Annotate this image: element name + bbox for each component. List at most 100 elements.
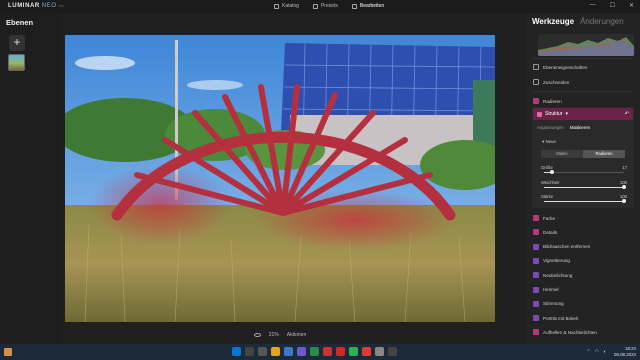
- slider-handle[interactable]: [550, 170, 554, 174]
- tool-label: Stimmung: [543, 301, 564, 307]
- crop-icon: [533, 79, 539, 85]
- dodge-burn-icon: [533, 329, 539, 336]
- layer-properties-icon: [533, 64, 539, 70]
- tool-item-details[interactable]: Details: [533, 227, 633, 237]
- color-icon: [533, 215, 539, 221]
- tool-item-relight[interactable]: Neubelichtung: [533, 270, 633, 280]
- tool-label: Himmel: [543, 287, 559, 292]
- windows-taskbar: ⌃ ◠ ◖ 18:24 06.08.2024: [0, 344, 640, 360]
- layer-thumbnail[interactable]: [8, 54, 25, 71]
- nav-catalog[interactable]: Katalog: [272, 2, 301, 10]
- layer-properties-item[interactable]: Ebeneneigenschaften: [533, 62, 633, 72]
- taskbar-app-icon[interactable]: [349, 347, 358, 356]
- slider-handle[interactable]: [622, 185, 626, 189]
- structure-icon: [537, 111, 542, 117]
- tool-item-vignette[interactable]: Vignettierung: [533, 256, 633, 266]
- luminar-app-window: LUMINAR NEO ⋯ Katalog Presets Bearbeiten …: [0, 0, 640, 344]
- add-layer-button[interactable]: +: [9, 35, 25, 51]
- erase-mode-button[interactable]: Radieren: [583, 150, 625, 158]
- tool-label: Neubelichtung: [543, 272, 573, 278]
- softness-slider[interactable]: Weichheit 100: [541, 180, 627, 190]
- tool-item-mood[interactable]: Stimmung: [533, 299, 633, 309]
- canvas-toolbar: 21% Aktionen: [65, 330, 495, 340]
- close-button[interactable]: ✕: [629, 2, 634, 9]
- photo-wheel: [65, 35, 495, 322]
- tab-tools[interactable]: Werkzeuge: [532, 17, 574, 26]
- taskbar-apps: [232, 347, 397, 356]
- taskbar-app-icon[interactable]: [388, 347, 397, 356]
- crop-item[interactable]: Zuschneiden: [533, 77, 633, 87]
- clock[interactable]: 18:24 06.08.2024: [614, 346, 636, 357]
- structure-subtabs: Anpassungen Maskieren: [537, 125, 590, 130]
- taskbar-app-icon[interactable]: [310, 347, 319, 356]
- taskbar-app-icon[interactable]: [297, 347, 306, 356]
- divider: [533, 58, 633, 59]
- tool-label: Porträt mit Bokeh: [543, 315, 579, 321]
- reset-icon[interactable]: ↶: [625, 111, 629, 117]
- taskbar-app-icon[interactable]: [232, 347, 241, 356]
- chevron-up-icon[interactable]: ⌃: [586, 349, 590, 355]
- tab-masking[interactable]: Maskieren: [570, 125, 590, 130]
- tool-item-color[interactable]: Farbe: [533, 213, 633, 223]
- tool-label: Details: [543, 229, 558, 235]
- menu-icon[interactable]: ⋯: [58, 3, 64, 10]
- tool-label: Farbe: [543, 215, 556, 221]
- paint-mode-button[interactable]: Malen: [541, 150, 583, 158]
- bokeh-icon: [533, 315, 539, 322]
- speaker-icon[interactable]: ◖: [603, 349, 606, 355]
- actions-menu[interactable]: Aktionen: [287, 332, 306, 338]
- slider-handle[interactable]: [622, 199, 626, 203]
- zoom-level[interactable]: 21%: [269, 332, 279, 338]
- chevron-down-icon[interactable]: ▾: [566, 111, 569, 117]
- taskbar-app-icon[interactable]: [375, 347, 384, 356]
- divider: [533, 91, 633, 92]
- denoise-icon: [533, 243, 539, 250]
- size-slider[interactable]: Größe 17: [541, 165, 627, 175]
- mood-icon: [533, 300, 539, 307]
- tool-label: Vignettierung: [543, 258, 570, 264]
- new-mask-label[interactable]: ▾ Neue: [542, 139, 556, 145]
- image-canvas[interactable]: [65, 35, 495, 322]
- tab-changes[interactable]: Änderungen: [580, 17, 624, 26]
- vignette-icon: [533, 257, 539, 264]
- tool-item-dodge-burn[interactable]: Aufhellen & Nachbelichten: [533, 327, 633, 337]
- maximize-button[interactable]: ☐: [610, 2, 615, 9]
- histogram: [538, 34, 634, 56]
- catalog-icon: [274, 3, 279, 9]
- erase-icon: [533, 98, 539, 104]
- taskbar-app-icon[interactable]: [336, 347, 345, 356]
- strength-slider[interactable]: Stärke 100: [541, 194, 627, 204]
- structure-header[interactable]: Struktur ▾ ↶: [533, 108, 633, 120]
- app-logo: LUMINAR NEO: [8, 3, 57, 9]
- tool-label: Bildrauschen entfernen: [543, 244, 591, 250]
- preview-toggle-icon[interactable]: [253, 333, 261, 337]
- tool-item-sky[interactable]: Himmel: [533, 285, 633, 295]
- taskbar-app-icon[interactable]: [362, 347, 371, 356]
- layers-panel: Ebenen +: [0, 13, 60, 344]
- wifi-icon[interactable]: ◠: [595, 349, 599, 355]
- nav-presets[interactable]: Presets: [311, 2, 340, 10]
- tab-adjustments[interactable]: Anpassungen: [537, 125, 564, 130]
- taskbar-app-icon[interactable]: [258, 347, 267, 356]
- sky-icon: [533, 286, 539, 293]
- layers-title: Ebenen: [6, 18, 34, 27]
- tool-item-bokeh[interactable]: Porträt mit Bokeh: [533, 313, 633, 323]
- title-bar: LUMINAR NEO ⋯ Katalog Presets Bearbeiten …: [0, 0, 640, 13]
- tool-label: Aufhellen & Nachbelichten: [543, 329, 597, 335]
- details-icon: [533, 229, 539, 236]
- weather-widget-icon[interactable]: [4, 348, 12, 356]
- system-tray: ⌃ ◠ ◖: [586, 349, 606, 355]
- window-controls: — ☐ ✕: [590, 2, 634, 9]
- erase-item[interactable]: Radieren: [533, 96, 633, 106]
- taskbar-app-icon[interactable]: [245, 347, 254, 356]
- brush-mode-toggle: Malen Radieren: [541, 150, 625, 158]
- tool-item-denoise[interactable]: Bildrauschen entfernen: [533, 242, 633, 252]
- presets-icon: [312, 3, 318, 9]
- nav-edit[interactable]: Bearbeiten: [350, 2, 386, 10]
- taskbar-app-icon[interactable]: [323, 347, 332, 356]
- minimize-button[interactable]: —: [590, 2, 596, 9]
- taskbar-app-icon[interactable]: [284, 347, 293, 356]
- relight-icon: [533, 272, 539, 279]
- taskbar-app-icon[interactable]: [271, 347, 280, 356]
- edit-icon: [351, 3, 357, 9]
